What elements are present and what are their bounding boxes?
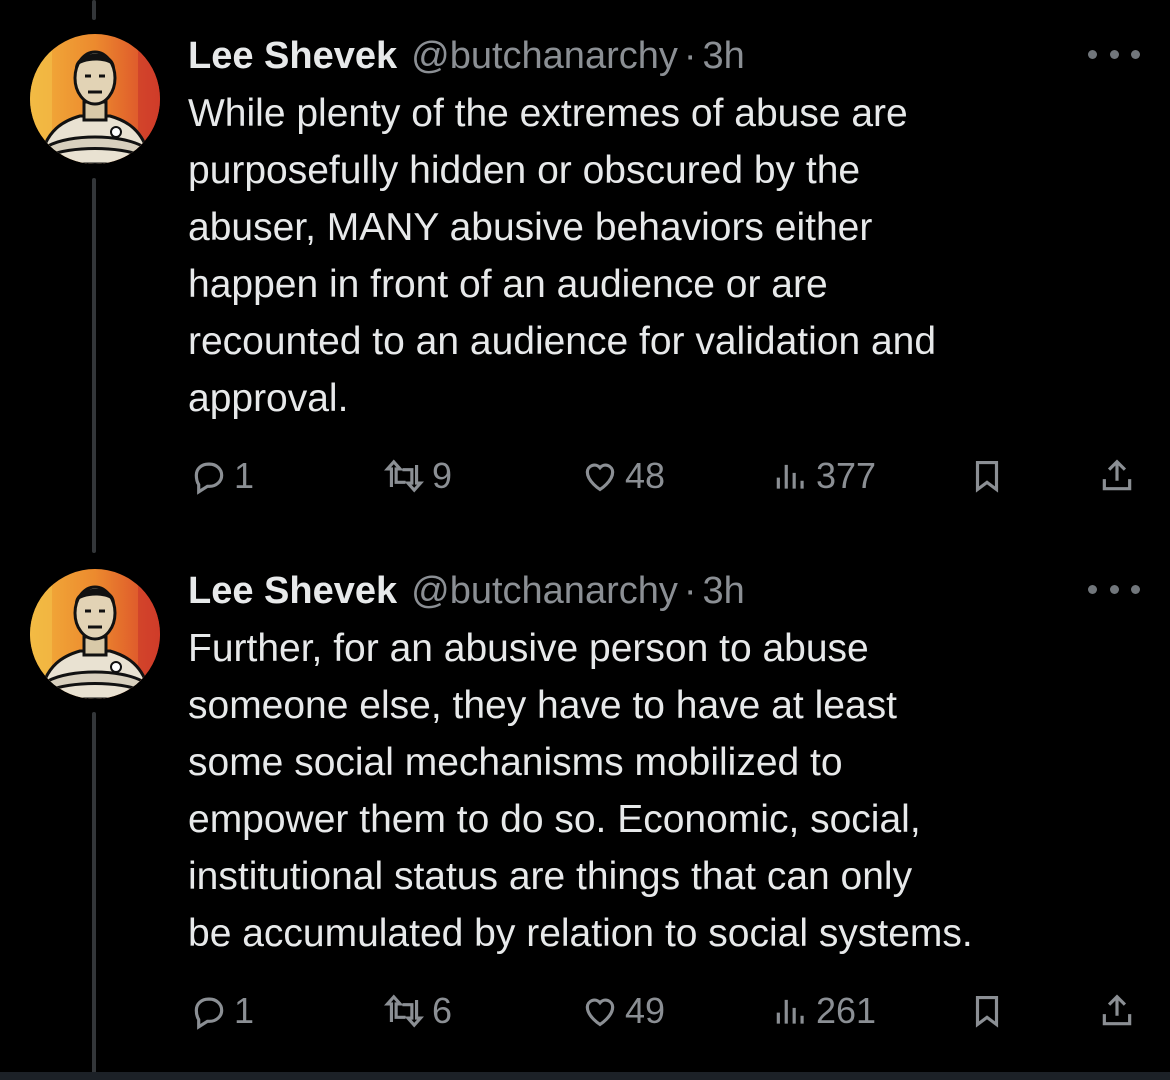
- action-bar: 1 6 49 261: [0, 986, 1170, 1036]
- tweet-text-line: abuser, MANY abusive behaviors either: [188, 206, 873, 249]
- tweet-text: Further, for an abusive person to abuse …: [188, 620, 1148, 962]
- bookmark-button[interactable]: [968, 986, 1006, 1036]
- view-count: 377: [816, 455, 877, 496]
- tweet-text-line: institutional status are things that can…: [188, 855, 913, 898]
- share-button[interactable]: [1098, 451, 1136, 501]
- reply-icon: [194, 462, 224, 495]
- more-icon[interactable]: [1088, 577, 1140, 601]
- tweet-text-line: be accumulated by relation to social sys…: [188, 912, 973, 955]
- author-handle[interactable]: @butchanarchy: [411, 570, 678, 613]
- action-bar: 1 9 48 377: [0, 451, 1170, 501]
- tweet-text-line: someone else, they have to have at least: [188, 684, 897, 727]
- like-count: 49: [625, 990, 666, 1031]
- tweet-text-line: some social mechanisms mobilized to: [188, 741, 843, 784]
- views-button[interactable]: 377: [772, 451, 876, 501]
- author-handle[interactable]: @butchanarchy: [411, 35, 678, 78]
- like-button[interactable]: 48: [581, 451, 665, 501]
- reply-icon: [194, 997, 224, 1030]
- thread-line: [92, 0, 96, 20]
- heart-icon: [585, 463, 615, 492]
- share-icon: [1102, 994, 1132, 1026]
- share-button[interactable]: [1098, 986, 1136, 1036]
- reply-count: 1: [234, 455, 255, 496]
- author-name[interactable]: Lee Shevek: [188, 570, 397, 613]
- tweet-text-line: purposefully hidden or obscured by the: [188, 149, 861, 192]
- tweet-text-line: Further, for an abusive person to abuse: [188, 627, 869, 670]
- more-icon[interactable]: [1088, 42, 1140, 66]
- bookmark-icon: [975, 995, 999, 1028]
- tweet-text-line: happen in front of an audience or are: [188, 263, 828, 306]
- separator: ·: [683, 34, 697, 77]
- tweet-text-line: empower them to do so. Economic, social,: [188, 798, 921, 841]
- repost-icon: [384, 994, 424, 1028]
- repost-button[interactable]: 6: [382, 986, 452, 1036]
- reply-button[interactable]: 1: [190, 986, 254, 1036]
- tweet-text: While plenty of the extremes of abuse ar…: [188, 85, 1148, 427]
- heart-icon: [585, 998, 615, 1027]
- avatar[interactable]: [30, 34, 160, 164]
- like-count: 48: [625, 455, 666, 496]
- repost-count: 9: [432, 455, 453, 496]
- views-icon: [776, 999, 804, 1024]
- bookmark-icon: [975, 460, 999, 493]
- repost-count: 6: [432, 990, 453, 1031]
- timestamp[interactable]: 3h: [703, 570, 745, 613]
- views-button[interactable]: 261: [772, 986, 876, 1036]
- tweet-text-line: recounted to an audience for validation …: [188, 320, 937, 363]
- tweet-text-line: approval.: [188, 377, 349, 420]
- tweet-header: Lee Shevek @butchanarchy · 3h: [188, 32, 745, 80]
- bottom-bar: [0, 1072, 1170, 1080]
- separator: ·: [683, 569, 697, 612]
- avatar[interactable]: [30, 569, 160, 699]
- repost-icon: [384, 459, 424, 493]
- tweet-header: Lee Shevek @butchanarchy · 3h: [188, 567, 745, 615]
- repost-button[interactable]: 9: [382, 451, 452, 501]
- timestamp[interactable]: 3h: [703, 35, 745, 78]
- share-icon: [1102, 459, 1132, 491]
- tweet-text-line: While plenty of the extremes of abuse ar…: [188, 92, 908, 135]
- like-button[interactable]: 49: [581, 986, 665, 1036]
- reply-button[interactable]: 1: [190, 451, 254, 501]
- reply-count: 1: [234, 990, 255, 1031]
- author-name[interactable]: Lee Shevek: [188, 35, 397, 78]
- bookmark-button[interactable]: [968, 451, 1006, 501]
- views-icon: [776, 464, 804, 489]
- view-count: 261: [816, 990, 877, 1031]
